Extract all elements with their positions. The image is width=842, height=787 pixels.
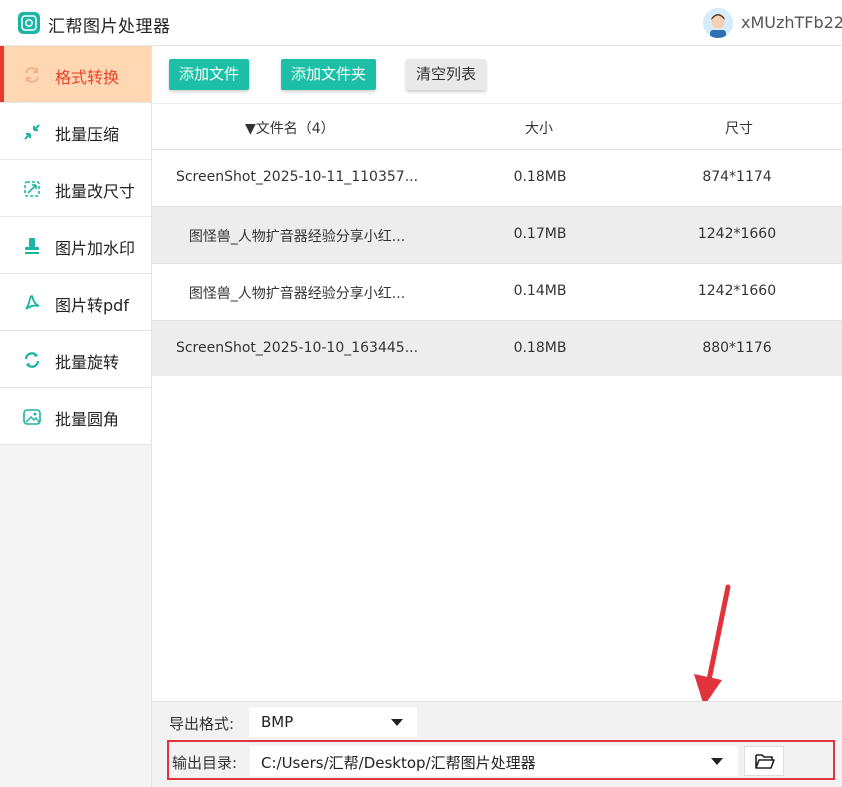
column-header-dimensions[interactable]: 尺寸 (725, 118, 753, 138)
compress-icon (24, 124, 40, 140)
export-format-label: 导出格式: (169, 715, 235, 733)
sidebar-item-label: 批量压缩 (55, 125, 120, 144)
file-name-cell: ScreenShot_2025-10-10_163445... (175, 340, 419, 356)
add-folder-button[interactable]: 添加文件夹 (281, 59, 377, 90)
file-dimensions-cell: 874*1174 (702, 169, 772, 185)
app-title: 汇帮图片处理器 (48, 17, 171, 37)
sidebar-item-label: 批量改尺寸 (55, 182, 136, 201)
clear-list-button[interactable]: 清空列表 (406, 59, 487, 90)
chevron-down-icon (391, 719, 403, 726)
output-directory-select[interactable]: C:/Users/汇帮/Desktop/汇帮图片处理器 (250, 746, 738, 776)
file-size-cell: 0.18MB (513, 340, 567, 356)
annotation-arrow-icon (694, 584, 731, 706)
resize-icon (24, 181, 40, 197)
sidebar-item-label: 图片转pdf (55, 296, 129, 315)
table-row[interactable]: ScreenShot_2025-10-10_163445... 0.18MB 8… (152, 321, 842, 378)
file-dimensions-cell: 1242*1660 (697, 283, 777, 299)
export-settings-panel: 导出格式: BMP 输出目录: C:/Users/汇帮/Desktop/汇帮图片… (152, 701, 842, 787)
sidebar-item-rotate[interactable]: 批量旋转 (0, 331, 151, 388)
toolbar: 添加文件 添加文件夹 清空列表 (152, 46, 842, 104)
file-size-cell: 0.14MB (513, 283, 567, 299)
title-bar: 汇帮图片处理器 xMUzhTFb22 (0, 0, 842, 46)
sidebar-item-resize[interactable]: 批量改尺寸 (0, 160, 151, 217)
sidebar-item-label: 批量旋转 (55, 353, 120, 372)
file-name-cell: 图怪兽_人物扩音器经验分享小红... (188, 229, 406, 245)
format-convert-icon (25, 67, 39, 83)
sidebar-item-compress[interactable]: 批量压缩 (0, 103, 151, 160)
pdf-icon (25, 295, 40, 310)
file-name-cell: ScreenShot_2025-10-11_110357... (175, 169, 419, 185)
sidebar-item-format-convert[interactable]: 格式转换 (0, 46, 151, 103)
user-avatar[interactable] (703, 8, 733, 38)
table-row[interactable]: 图怪兽_人物扩音器经验分享小红... 0.14MB 1242*1660 (152, 264, 842, 321)
browse-folder-button[interactable] (744, 746, 784, 776)
file-name-cell: 图怪兽_人物扩音器经验分享小红... (188, 286, 406, 302)
sidebar-item-rounded-corner[interactable]: 批量圆角 (0, 388, 151, 445)
export-format-value: BMP (261, 713, 294, 731)
column-header-name[interactable]: ▼文件名（4） (245, 118, 335, 138)
user-name[interactable]: xMUzhTFb22 (741, 13, 842, 32)
sidebar-item-label: 批量圆角 (55, 410, 120, 429)
folder-icon (755, 754, 775, 769)
sidebar-item-watermark[interactable]: 图片加水印 (0, 217, 151, 274)
sidebar-item-label: 图片加水印 (55, 239, 136, 258)
table-header: ▼文件名（4） 大小 尺寸 (152, 104, 842, 150)
table-row[interactable]: ScreenShot_2025-10-11_110357... 0.18MB 8… (152, 150, 842, 207)
sidebar-item-label: 格式转换 (55, 68, 120, 87)
output-directory-row: 输出目录: C:/Users/汇帮/Desktop/汇帮图片处理器 (167, 740, 835, 780)
add-file-button[interactable]: 添加文件 (169, 59, 250, 90)
sidebar-item-pdf[interactable]: 图片转pdf (0, 274, 151, 331)
chevron-down-icon (711, 758, 723, 765)
app-logo-icon (18, 12, 40, 34)
file-size-cell: 0.18MB (513, 169, 567, 185)
export-format-select[interactable]: BMP (249, 707, 417, 737)
table-row[interactable]: 图怪兽_人物扩音器经验分享小红... 0.17MB 1242*1660 (152, 207, 842, 264)
output-directory-label: 输出目录: (172, 754, 238, 772)
file-size-cell: 0.17MB (513, 226, 567, 242)
rotate-icon (24, 352, 40, 368)
rounded-corner-icon (23, 409, 41, 425)
output-directory-value: C:/Users/汇帮/Desktop/汇帮图片处理器 (261, 754, 536, 772)
file-dimensions-cell: 1242*1660 (697, 226, 777, 242)
sidebar: 格式转换 批量压缩 批量改尺寸 图片加水印 图片转pdf 批量旋转 批量圆角 (0, 46, 152, 787)
watermark-icon (25, 238, 39, 254)
column-header-size[interactable]: 大小 (525, 118, 553, 138)
file-dimensions-cell: 880*1176 (702, 340, 772, 356)
